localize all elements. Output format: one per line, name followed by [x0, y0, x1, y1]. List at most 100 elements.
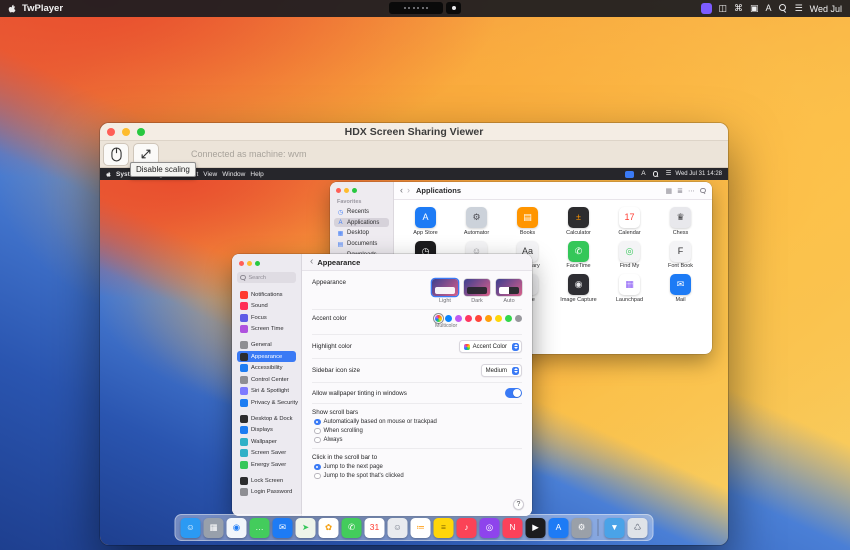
- host-clock[interactable]: Wed Jul: [810, 4, 842, 14]
- app-app-store[interactable]: AApp Store: [400, 204, 451, 236]
- dock-mail[interactable]: ✉: [273, 518, 293, 538]
- settings-window-controls[interactable]: [239, 261, 296, 266]
- accent-dot-3[interactable]: [465, 315, 472, 322]
- highlight-color-select[interactable]: Accent Color: [459, 340, 522, 353]
- dock-news[interactable]: N: [503, 518, 523, 538]
- back-icon[interactable]: ‹: [310, 257, 313, 267]
- dock-calendar[interactable]: 31: [365, 518, 385, 538]
- theme-dark[interactable]: Dark: [464, 279, 490, 304]
- hdx-indicator-badge[interactable]: [625, 171, 634, 178]
- accent-dot-6[interactable]: [495, 315, 502, 322]
- accent-dot-2[interactable]: [455, 315, 462, 322]
- theme-auto[interactable]: Auto: [496, 279, 522, 304]
- remote-apple-menu-icon[interactable]: [106, 171, 111, 178]
- settings-sidebar-wallpaper[interactable]: Wallpaper: [237, 436, 296, 447]
- accent-dot-8[interactable]: [515, 315, 522, 322]
- accent-dot-1[interactable]: [445, 315, 452, 322]
- zoom-button[interactable]: [137, 128, 145, 136]
- dock-podcasts[interactable]: ◎: [480, 518, 500, 538]
- display-icon[interactable]: ◫: [719, 4, 728, 13]
- accent-dot-7[interactable]: [505, 315, 512, 322]
- app-find-my[interactable]: ◎Find My: [604, 238, 655, 270]
- back-icon[interactable]: ‹: [400, 186, 403, 195]
- dock-finder[interactable]: ☺: [181, 518, 201, 538]
- settings-sidebar-appearance[interactable]: Appearance: [237, 351, 296, 362]
- app-calculator[interactable]: ±Calculator: [553, 204, 604, 236]
- settings-sidebar-focus[interactable]: Focus: [237, 312, 296, 323]
- workspace-app-icon[interactable]: [701, 3, 712, 14]
- remote-menu-help[interactable]: Help: [250, 171, 263, 178]
- search-icon[interactable]: [700, 188, 706, 194]
- mouse-mode-button[interactable]: [103, 143, 129, 166]
- close-button[interactable]: [107, 128, 115, 136]
- dock-music[interactable]: ♪: [457, 518, 477, 538]
- dock-trash[interactable]: ♺: [628, 518, 648, 538]
- finder-window-controls[interactable]: [336, 188, 389, 193]
- settings-sidebar-siri-spotlight[interactable]: Siri & Spotlight: [237, 386, 296, 397]
- dock-downloads[interactable]: ▼: [605, 518, 625, 538]
- settings-sidebar-displays[interactable]: Displays: [237, 425, 296, 436]
- forward-icon[interactable]: ›: [407, 186, 410, 195]
- wallpaper-tinting-toggle[interactable]: [505, 388, 522, 398]
- minimize-button[interactable]: [247, 261, 252, 266]
- app-font-book[interactable]: FFont Book: [655, 238, 706, 270]
- dock-app-store[interactable]: A: [549, 518, 569, 538]
- minimize-button[interactable]: [344, 188, 349, 193]
- scrollbars-option-automatically-based-on-mouse-or-trackpad[interactable]: Automatically based on mouse or trackpad: [314, 419, 437, 426]
- finder-sidebar-item-documents[interactable]: ▤Documents: [334, 239, 389, 249]
- group-icon[interactable]: ≣: [677, 187, 683, 195]
- dock-tv[interactable]: ▶: [526, 518, 546, 538]
- dock-facetime[interactable]: ✆: [342, 518, 362, 538]
- app-image-capture[interactable]: ◉Image Capture: [553, 271, 604, 303]
- dock-messages[interactable]: …: [250, 518, 270, 538]
- view-options-icon[interactable]: ▦: [666, 187, 673, 195]
- finder-sidebar-item-applications[interactable]: AApplications: [334, 218, 389, 227]
- zoom-button[interactable]: [255, 261, 260, 266]
- finder-sidebar-item-recents[interactable]: ◷Recents: [334, 207, 389, 217]
- app-calendar[interactable]: 17Calendar: [604, 204, 655, 236]
- settings-sidebar-notifications[interactable]: Notifications: [237, 289, 296, 300]
- dock-launchpad[interactable]: ▦: [204, 518, 224, 538]
- screen-record-icon[interactable]: ▣: [750, 4, 759, 13]
- input-source-icon[interactable]: A: [766, 4, 772, 13]
- settings-sidebar-login-password[interactable]: Login Password: [237, 487, 296, 498]
- theme-light[interactable]: Light: [432, 279, 458, 304]
- app-chess[interactable]: ♛Chess: [655, 204, 706, 236]
- apple-menu-icon[interactable]: [8, 4, 16, 14]
- dock-notes[interactable]: ≡: [434, 518, 454, 538]
- app-launchpad[interactable]: ▦Launchpad: [604, 271, 655, 303]
- viewer-title-bar[interactable]: HDX Screen Sharing Viewer: [100, 123, 728, 141]
- settings-sidebar-control-center[interactable]: Control Center: [237, 374, 296, 385]
- sidebar-icon-size-select[interactable]: Medium: [481, 364, 522, 377]
- search-icon[interactable]: [653, 171, 659, 177]
- settings-sidebar-accessibility[interactable]: Accessibility: [237, 363, 296, 374]
- scroll-click-option-jump-to-the-next-page[interactable]: Jump to the next page: [314, 464, 404, 471]
- minimize-button[interactable]: [122, 128, 130, 136]
- close-button[interactable]: [336, 188, 341, 193]
- control-center-icon[interactable]: ☰: [666, 171, 672, 178]
- settings-sidebar-sound[interactable]: Sound: [237, 301, 296, 312]
- more-icon[interactable]: ⋯: [688, 187, 695, 195]
- close-button[interactable]: [239, 261, 244, 266]
- settings-sidebar-energy-saver[interactable]: Energy Saver: [237, 459, 296, 470]
- app-mail[interactable]: ✉Mail: [655, 271, 706, 303]
- spotlight-search-icon[interactable]: [779, 4, 788, 13]
- dock-contacts[interactable]: ☺: [388, 518, 408, 538]
- scrollbars-option-always[interactable]: Always: [314, 437, 437, 444]
- app-automator[interactable]: ⚙Automator: [451, 204, 502, 236]
- zoom-button[interactable]: [352, 188, 357, 193]
- accent-dot-5[interactable]: [485, 315, 492, 322]
- scroll-click-option-jump-to-the-spot-that-s-clicked[interactable]: Jump to the spot that's clicked: [314, 473, 404, 480]
- settings-sidebar-general[interactable]: General: [237, 340, 296, 351]
- settings-sidebar-lock-screen[interactable]: Lock Screen: [237, 475, 296, 486]
- settings-search-input[interactable]: Search: [237, 272, 296, 283]
- remote-clock[interactable]: Wed Jul 31 14:28: [675, 171, 722, 177]
- finder-sidebar-item-desktop[interactable]: ▦Desktop: [334, 228, 389, 238]
- settings-sidebar-desktop-dock[interactable]: Desktop & Dock: [237, 413, 296, 424]
- remote-menu-view[interactable]: View: [203, 171, 217, 178]
- dock-safari[interactable]: ◉: [227, 518, 247, 538]
- control-center-icon[interactable]: ☰: [795, 4, 803, 13]
- shortcut-icon[interactable]: ⌘: [734, 4, 743, 13]
- remote-menu-window[interactable]: Window: [222, 171, 245, 178]
- dock-maps[interactable]: ➤: [296, 518, 316, 538]
